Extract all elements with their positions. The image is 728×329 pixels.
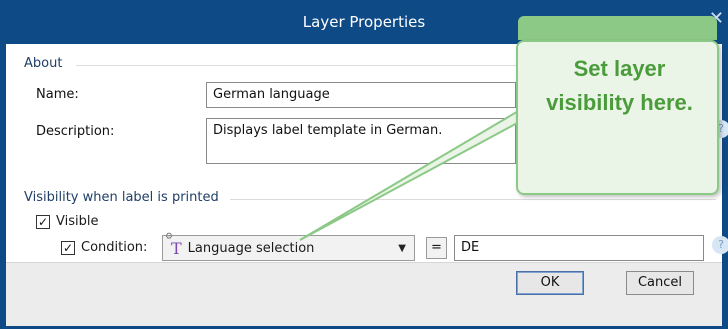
callout-text: Set layer visibility here. [518, 52, 721, 120]
callout-line-1: Set layer [573, 56, 666, 81]
callout-line-2: visibility here. [546, 90, 693, 115]
callout-box: Set layer visibility here. [516, 40, 719, 195]
callout-header-strip [518, 16, 717, 40]
